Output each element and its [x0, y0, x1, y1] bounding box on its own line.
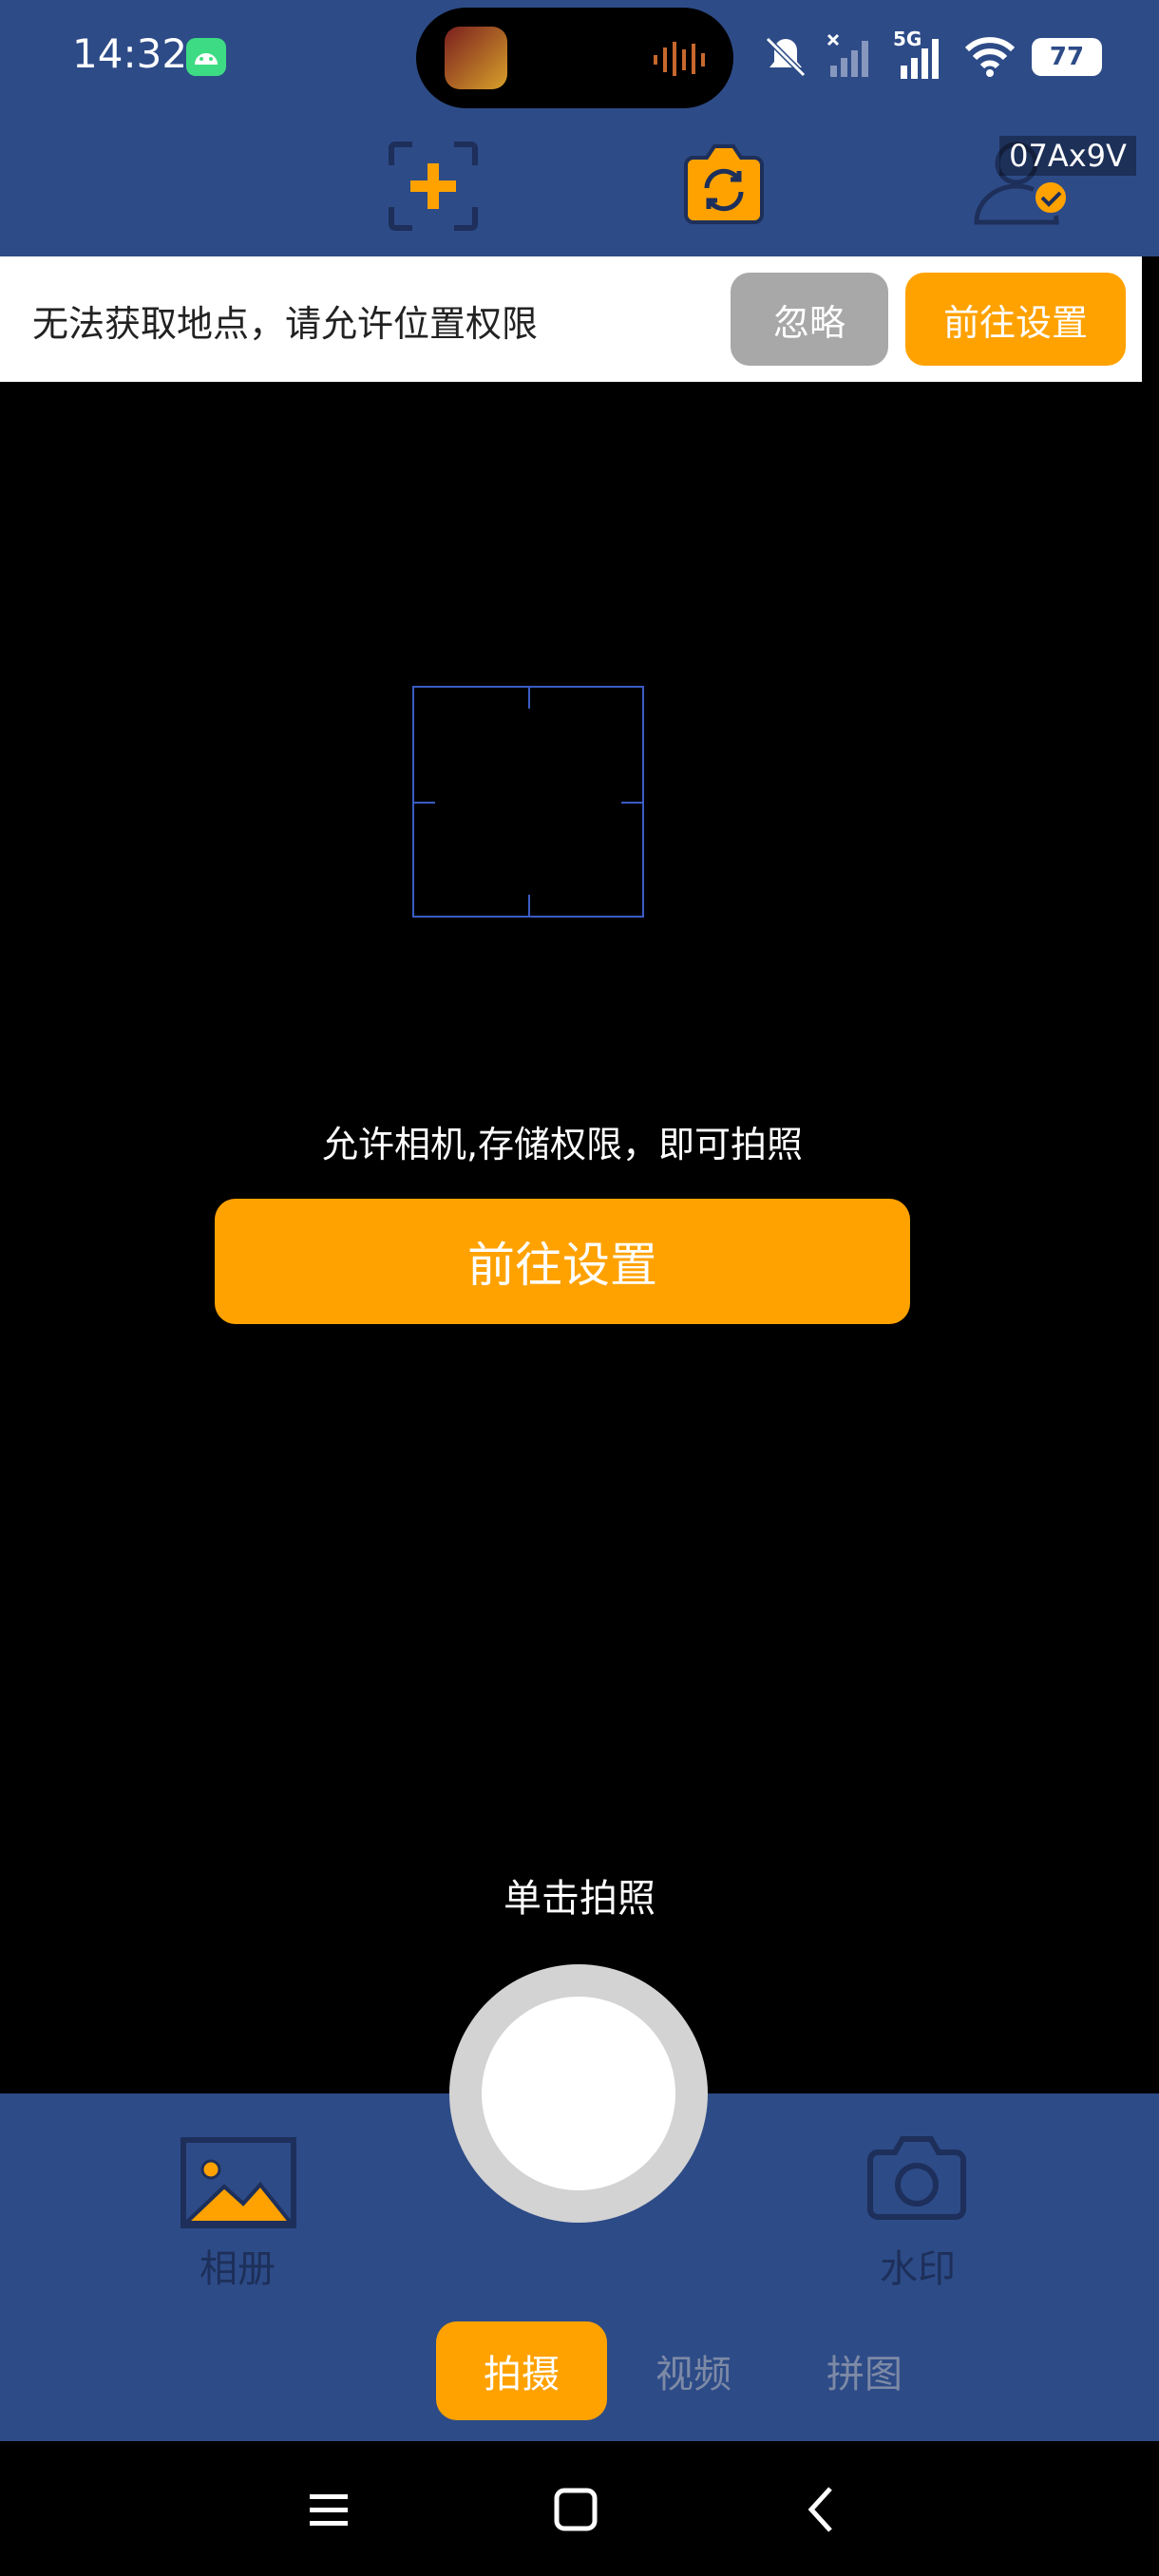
- tap-to-shoot-hint: 单击拍照: [504, 1877, 656, 1921]
- banner-settings-button[interactable]: 前往设置: [905, 273, 1126, 366]
- mute-icon: [765, 36, 807, 78]
- album-icon[interactable]: [180, 2137, 296, 2228]
- shutter-inner: [482, 1997, 675, 2190]
- back-icon[interactable]: [794, 2481, 851, 2538]
- menu-icon[interactable]: [300, 2481, 357, 2538]
- top-bar: 14:32 5G 77 07Ax9V: [0, 0, 1159, 256]
- signal-icon: 5G: [893, 28, 948, 83]
- watermark-label[interactable]: 水印: [823, 2238, 1013, 2293]
- status-icons: 5G 77: [762, 28, 1102, 85]
- album-label[interactable]: 相册: [142, 2238, 332, 2293]
- switch-camera-icon[interactable]: [680, 142, 768, 226]
- camera-settings-button[interactable]: 前往设置: [215, 1199, 910, 1324]
- mode-tab-photo[interactable]: 拍摄: [436, 2321, 607, 2420]
- add-frame-icon[interactable]: [388, 141, 479, 232]
- media-thumbnail: [445, 27, 507, 89]
- watermark-camera-icon[interactable]: [864, 2133, 969, 2223]
- shutter-button[interactable]: [449, 1964, 708, 2223]
- banner-message: 无法获取地点，请允许位置权限: [32, 303, 539, 345]
- mode-tab-collage[interactable]: 拼图: [779, 2321, 950, 2420]
- mode-tab-video[interactable]: 视频: [608, 2321, 779, 2420]
- dynamic-island[interactable]: [416, 8, 733, 108]
- camera-permission-message: 允许相机,存储权限，即可拍照: [321, 1124, 804, 1165]
- no-signal-icon: [826, 33, 868, 77]
- status-time: 14:32: [72, 30, 188, 77]
- focus-frame: [412, 686, 644, 918]
- home-icon[interactable]: [547, 2481, 604, 2538]
- battery-icon: 77: [1032, 38, 1102, 76]
- user-id-tag: 07Ax9V: [999, 136, 1136, 176]
- audio-wave-icon: [654, 42, 705, 76]
- wifi-icon: [965, 37, 1015, 77]
- ignore-button[interactable]: 忽略: [731, 273, 888, 366]
- android-notification-icon: [186, 38, 226, 76]
